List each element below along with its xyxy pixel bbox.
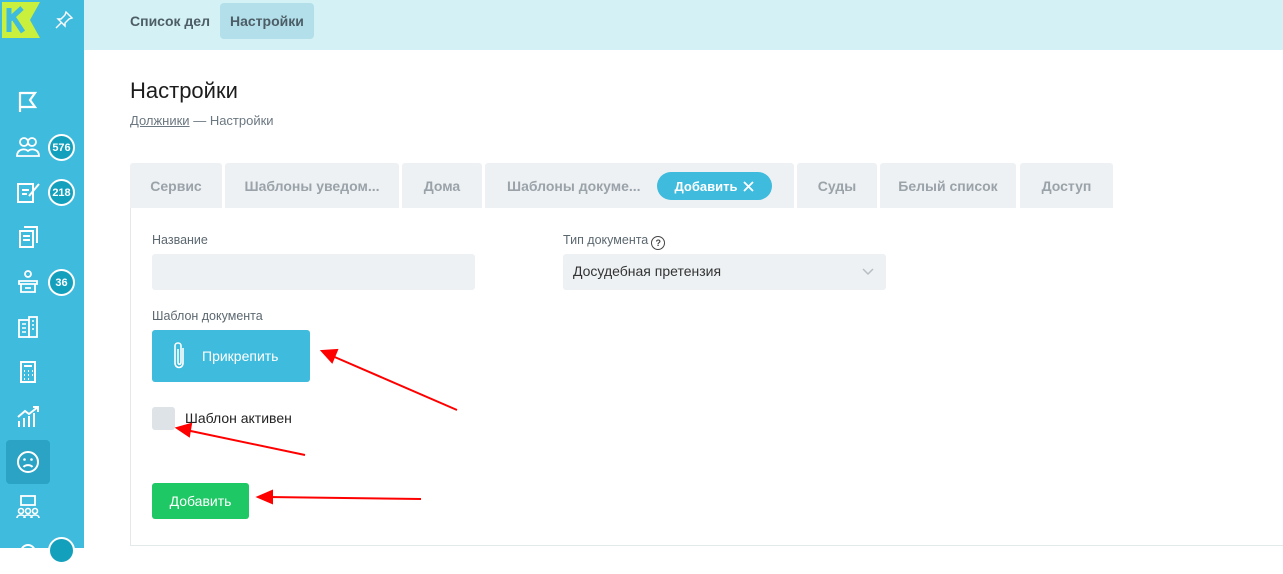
tab-service[interactable]: Сервис (130, 163, 222, 208)
nav-team[interactable] (6, 485, 50, 529)
close-icon[interactable] (743, 180, 755, 192)
tab-houses[interactable]: Дома (402, 163, 482, 208)
flag-icon (18, 91, 38, 112)
tab-notification-templates[interactable]: Шаблоны уведом... (225, 163, 399, 208)
badge-more (48, 537, 75, 564)
doc-type-select[interactable]: Досудебная претензия (563, 254, 886, 290)
edit-document-icon (17, 183, 40, 203)
chevron-down-icon (862, 268, 874, 276)
nav-documents[interactable] (6, 215, 50, 259)
sad-face-icon (17, 451, 39, 473)
nav-people[interactable] (6, 125, 50, 169)
name-input[interactable] (152, 254, 475, 290)
badge-tasks: 218 (48, 179, 75, 206)
page-title: Настройки (130, 78, 238, 103)
app-logo[interactable] (0, 0, 42, 40)
badge-people: 576 (48, 134, 75, 161)
court-bench-icon (18, 270, 38, 293)
doc-type-label: Тип документа? (563, 233, 666, 250)
nav-debtors[interactable] (6, 80, 50, 124)
calculator-icon (20, 361, 36, 383)
doc-type-label-text: Тип документа (563, 233, 649, 247)
top-tab-settings[interactable]: Настройки (220, 3, 314, 39)
documents-icon (19, 226, 38, 248)
nav-complaints[interactable] (6, 440, 50, 484)
partial-nav-icon (20, 544, 36, 560)
template-label: Шаблон документа (152, 309, 263, 323)
add-pill-label: Добавить (674, 178, 738, 194)
name-label: Название (152, 233, 208, 247)
chart-growth-icon (17, 406, 39, 427)
tab-whitelist[interactable]: Белый список (880, 163, 1016, 208)
people-group-icon (16, 137, 40, 157)
team-icon (16, 495, 40, 519)
tab-document-templates-label: Шаблоны докуме... (507, 177, 641, 194)
attach-button[interactable]: Прикрепить (152, 330, 310, 382)
paperclip-icon (174, 342, 184, 369)
nav-courts[interactable] (6, 260, 50, 304)
badge-courts: 36 (48, 269, 75, 296)
nav-calculator[interactable] (6, 350, 50, 394)
breadcrumb-current: Настройки (209, 113, 274, 128)
tab-courts[interactable]: Суды (797, 163, 877, 208)
template-active-label: Шаблон активен (185, 410, 292, 426)
breadcrumb-link-debtors[interactable]: Должники (130, 113, 190, 128)
tab-access[interactable]: Доступ (1020, 163, 1113, 208)
nav-buildings[interactable] (6, 305, 50, 349)
add-template-pill[interactable]: Добавить (657, 172, 772, 200)
breadcrumb-separator: — (189, 113, 210, 128)
top-tab-case-list[interactable]: Список дел (120, 3, 220, 39)
breadcrumb: Должники — Настройки (130, 113, 274, 128)
top-bar: Список дел Настройки (84, 0, 1283, 50)
nav-analytics[interactable] (6, 395, 50, 439)
doc-type-value: Досудебная претензия (573, 263, 722, 279)
pin-icon[interactable] (54, 10, 74, 30)
sidebar: 576 218 36 (0, 0, 84, 564)
attach-button-label: Прикрепить (202, 348, 279, 364)
template-active-checkbox[interactable] (152, 407, 175, 430)
add-submit-button[interactable]: Добавить (152, 483, 249, 519)
nav-tasks[interactable] (6, 170, 50, 214)
help-icon[interactable]: ? (651, 236, 666, 250)
nav-more[interactable] (6, 530, 50, 574)
building-icon (18, 316, 38, 338)
